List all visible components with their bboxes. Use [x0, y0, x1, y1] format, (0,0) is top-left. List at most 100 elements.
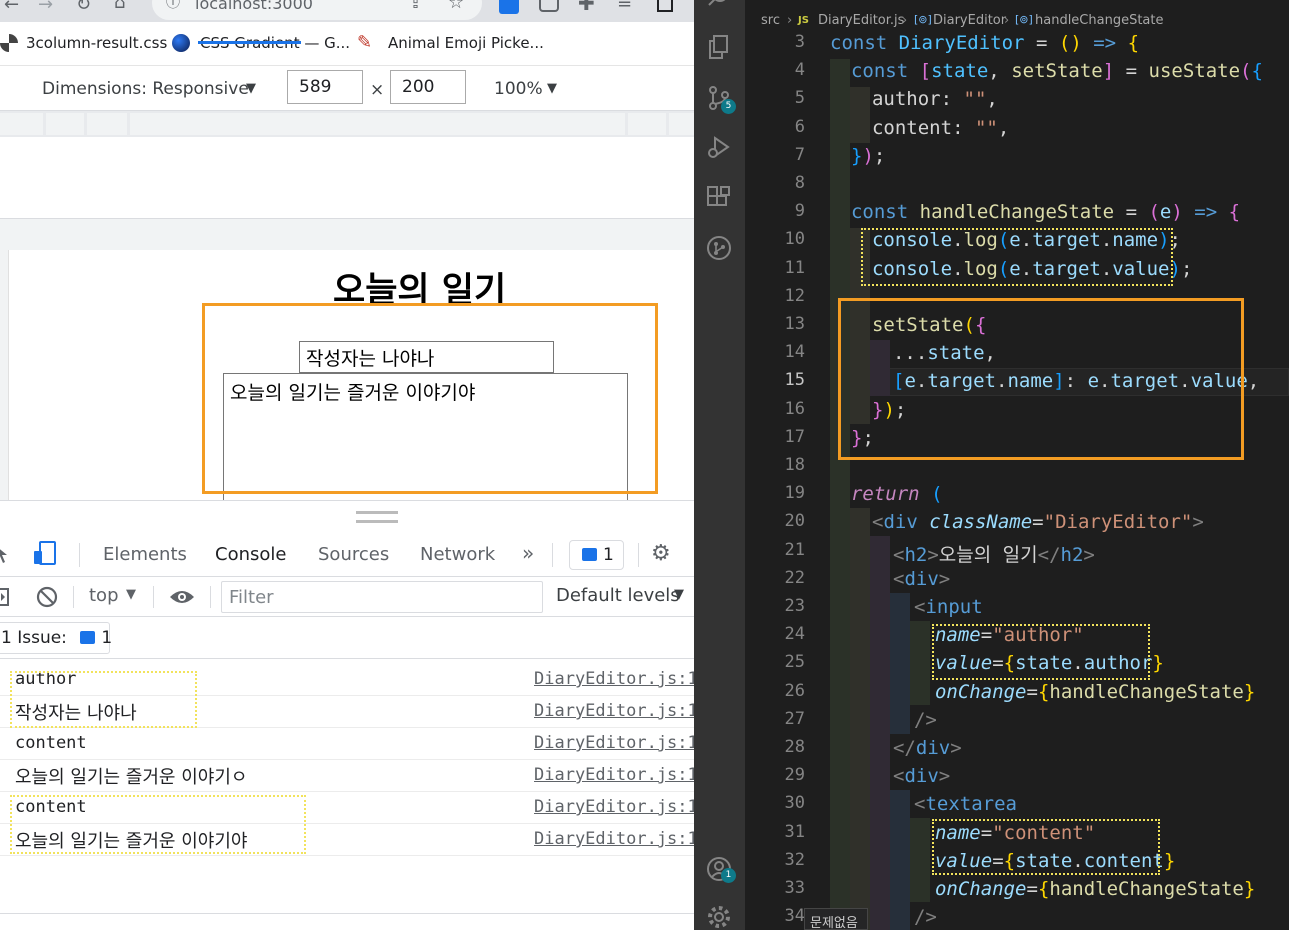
code-token: state: [931, 60, 989, 83]
breadcrumb-symbol[interactable]: handleChangeState: [1035, 13, 1164, 28]
download-extension-icon[interactable]: [499, 0, 519, 14]
dimensions-dropdown[interactable]: Dimensions: Responsive: [42, 79, 249, 99]
media-icon[interactable]: ≡: [617, 0, 632, 12]
log-source-link[interactable]: DiaryEditor.js:1: [534, 765, 694, 785]
zoom-dropdown[interactable]: 100%: [494, 79, 543, 99]
code-token: textarea: [925, 793, 1017, 816]
caret-down-icon[interactable]: ▼: [246, 81, 256, 96]
line-number: 21: [784, 539, 805, 560]
chevron-right-icon: ›: [787, 13, 793, 28]
sidebar-toggle-icon[interactable]: [0, 587, 10, 607]
inspect-element-icon[interactable]: [0, 544, 14, 566]
line-number: 23: [784, 596, 805, 616]
code-token: (: [1240, 60, 1252, 83]
code-line[interactable]: </div>: [893, 737, 962, 759]
tab-console[interactable]: Console: [215, 544, 286, 565]
bookmark-item[interactable]: 3column-result.css: [26, 34, 167, 52]
source-control-badge: 5: [721, 99, 736, 114]
issue-bar: 1 Issue: 1: [0, 617, 694, 659]
drag-grip-icon[interactable]: [356, 511, 398, 523]
log-levels-dropdown[interactable]: Default levels: [556, 585, 680, 606]
manage-gear-icon[interactable]: [706, 904, 732, 930]
code-line[interactable]: return (: [851, 483, 943, 505]
code-line[interactable]: <input: [914, 596, 983, 618]
console-toolbar: top ▼ Filter Default levels ▼: [0, 577, 694, 617]
log-source-link[interactable]: DiaryEditor.js:1: [534, 829, 694, 849]
log-source-link[interactable]: DiaryEditor.js:1: [534, 669, 694, 689]
line-number: 17: [784, 426, 805, 447]
explorer-files-icon[interactable]: [706, 34, 732, 60]
log-source-link[interactable]: DiaryEditor.js:1: [534, 701, 694, 721]
forward-icon[interactable]: →: [38, 0, 53, 14]
caret-down-icon[interactable]: ▼: [547, 81, 557, 96]
side-panel-icon[interactable]: [657, 0, 673, 12]
code-line[interactable]: <textarea: [914, 793, 1017, 815]
code-line[interactable]: const [state, setState] = useState({: [851, 60, 1263, 82]
breadcrumb-symbol[interactable]: DiaryEditor: [933, 13, 1006, 28]
message-icon: [582, 548, 597, 561]
settings-gear-icon[interactable]: ⚙: [651, 541, 671, 566]
run-debug-icon[interactable]: [706, 134, 732, 160]
line-number: 30: [784, 793, 805, 814]
code-line[interactable]: content: "",: [872, 117, 1009, 139]
code-line[interactable]: <div>: [893, 568, 950, 590]
filter-input[interactable]: Filter: [221, 581, 543, 613]
git-graph-icon[interactable]: [706, 235, 732, 261]
code-token: (: [1058, 32, 1071, 54]
code-line[interactable]: />: [914, 709, 937, 731]
indent-guide: [890, 593, 910, 734]
line-number: 25: [784, 652, 805, 673]
caret-down-icon[interactable]: ▼: [126, 587, 136, 602]
share-icon[interactable]: ⇪: [408, 0, 423, 12]
devtools-resize-handle[interactable]: [0, 500, 694, 533]
camera-extension-icon[interactable]: [539, 0, 559, 12]
extensions-puzzle-icon[interactable]: ✚: [578, 0, 595, 13]
code-line[interactable]: });: [851, 145, 885, 167]
bookmark-item[interactable]: Animal Emoji Picke...: [388, 34, 544, 52]
bookmark-star-icon[interactable]: ☆: [448, 0, 464, 12]
code-token: onChange: [934, 680, 1027, 703]
height-input[interactable]: 200: [390, 70, 466, 104]
symbol-variable-icon: [⊚]: [914, 13, 932, 26]
extensions-icon[interactable]: [706, 185, 732, 211]
url-text[interactable]: localhost:3000: [195, 0, 313, 13]
code-line[interactable]: const DiaryEditor = () => {: [830, 32, 1139, 54]
search-icon[interactable]: [706, 0, 732, 16]
code-line[interactable]: const handleChangeState = (e) => {: [851, 201, 1240, 223]
breadcrumb-file[interactable]: DiaryEditor.js: [818, 13, 904, 28]
indent-guide: [830, 59, 850, 930]
code-line[interactable]: onChange={handleChangeState}: [935, 878, 1255, 900]
issues-counter[interactable]: 1: [569, 540, 624, 570]
eye-icon[interactable]: [169, 588, 195, 606]
code-token: ,: [988, 60, 1000, 83]
code-token: >: [1192, 511, 1204, 534]
reload-icon[interactable]: ↻: [76, 0, 91, 14]
code-line[interactable]: <h2>오늘의 일기</h2>: [893, 540, 1095, 567]
code-line[interactable]: onChange={handleChangeState}: [935, 681, 1255, 703]
tab-elements[interactable]: Elements: [103, 544, 187, 565]
home-icon[interactable]: ⌂: [114, 0, 125, 12]
code-token: const: [830, 32, 888, 54]
context-selector[interactable]: top: [89, 585, 119, 606]
device-toggle-icon[interactable]: [33, 541, 57, 567]
code-line[interactable]: <div>: [893, 765, 950, 787]
code-token: :: [940, 88, 953, 111]
media-query-ruler[interactable]: [0, 111, 694, 137]
tab-sources[interactable]: Sources: [318, 544, 389, 565]
tab-network[interactable]: Network: [420, 544, 495, 565]
more-tabs-icon[interactable]: »: [522, 541, 534, 565]
breadcrumb-folder[interactable]: src: [761, 13, 780, 28]
log-source-link[interactable]: DiaryEditor.js:1: [534, 797, 694, 817]
caret-down-icon[interactable]: ▼: [674, 587, 684, 602]
back-icon[interactable]: ←: [4, 0, 19, 14]
issues-button[interactable]: 1 Issue: 1: [0, 622, 112, 654]
site-info-icon[interactable]: ⓘ: [166, 0, 180, 12]
code-line[interactable]: <div className="DiaryEditor">: [872, 511, 1204, 533]
width-input[interactable]: 589: [287, 70, 363, 104]
code-line[interactable]: />: [914, 906, 937, 928]
clear-console-icon[interactable]: [36, 586, 58, 608]
code-line[interactable]: author: "",: [872, 88, 998, 110]
log-source-link[interactable]: DiaryEditor.js:1: [534, 733, 694, 753]
